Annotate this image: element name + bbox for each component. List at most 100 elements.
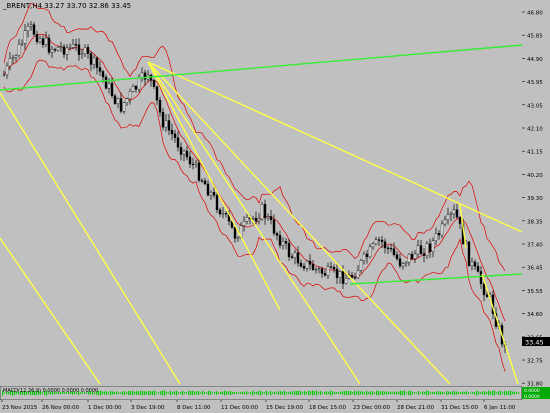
osc-bar	[172, 391, 174, 395]
osc-bar	[360, 391, 362, 395]
osc-bar	[334, 391, 336, 395]
time-tick-label: 8 Dec 11:00	[177, 405, 211, 411]
osc-bar	[502, 392, 504, 394]
osc-bar	[264, 392, 266, 394]
osc-bar	[394, 391, 396, 395]
osc-bar	[372, 391, 374, 395]
candle-body	[278, 235, 282, 246]
candle-body	[47, 37, 51, 53]
trendline-yellow[interactable]	[481, 273, 519, 384]
osc-bar	[452, 391, 454, 395]
osc-bar	[312, 390, 314, 396]
osc-bar	[302, 392, 304, 394]
osc-bar	[498, 391, 500, 395]
osc-bar	[300, 391, 302, 395]
osc-bar	[112, 391, 114, 395]
trendline-yellow[interactable]	[0, 237, 101, 384]
candle-body	[191, 163, 195, 166]
candle-body	[74, 44, 78, 46]
candle-body	[257, 218, 261, 222]
trendline-yellow[interactable]	[0, 92, 181, 384]
osc-bar	[384, 391, 386, 395]
candle-body	[308, 260, 312, 265]
candle-body	[302, 266, 306, 269]
osc-bar	[370, 391, 372, 395]
trendline-green[interactable]	[349, 273, 522, 285]
osc-bar	[204, 392, 206, 394]
time-tick-label: 23 Nov 2015	[2, 405, 38, 411]
osc-bar	[130, 391, 132, 395]
price-tick-label: 46.80	[527, 11, 543, 17]
osc-bar	[168, 392, 170, 394]
candle-body	[284, 241, 288, 244]
candle-body	[473, 261, 477, 267]
osc-bar	[140, 390, 142, 396]
candle-body	[428, 243, 432, 252]
time-tick-label: 23 Dec 00:00	[353, 405, 390, 411]
osc-bar	[282, 391, 284, 395]
candle-body	[188, 156, 192, 165]
candle-body	[125, 98, 129, 103]
osc-bar	[330, 390, 332, 396]
candle-body	[380, 239, 384, 242]
osc-bar	[206, 392, 208, 394]
osc-bar	[110, 390, 112, 396]
osc-bar	[476, 390, 478, 396]
candle-body	[251, 218, 255, 220]
price-tick-label: 41.15	[527, 150, 543, 156]
trendline-yellow[interactable]	[147, 61, 281, 311]
candle-body	[341, 271, 345, 284]
osc-bar	[118, 392, 120, 394]
time-tick-label: 6 Jan 11:00	[484, 405, 516, 411]
osc-bar	[470, 392, 472, 394]
osc-bar	[154, 390, 156, 396]
price-tick-label: 43.95	[527, 80, 543, 86]
candle-body	[32, 24, 36, 35]
time-axis[interactable]: 23 Nov 2015 26 Nov 00:00 1 Dec 00:00 3 Dec …	[0, 400, 550, 413]
osc-bar	[430, 392, 432, 394]
candle-body	[77, 44, 81, 55]
price-axis[interactable]: 46.80 45.85 44.90 43.95 43.05 42.10 41.15 40.20…	[522, 0, 550, 400]
price-chart[interactable]	[0, 0, 522, 384]
osc-bar	[356, 391, 358, 395]
candle-body	[68, 47, 72, 49]
osc-bar	[298, 390, 300, 396]
osc-bar	[290, 391, 292, 395]
candle-body	[167, 120, 171, 131]
osc-bar	[250, 392, 252, 394]
osc-bar	[156, 392, 158, 394]
candle-body	[14, 55, 18, 58]
candle-body	[131, 85, 135, 92]
osc-bar	[490, 391, 492, 395]
osc-bar	[160, 391, 162, 395]
candle-body	[59, 46, 63, 48]
price-tick-label: 43.05	[527, 103, 543, 109]
candle-body	[413, 253, 417, 259]
osc-bar	[496, 392, 498, 394]
osc-bar	[258, 391, 260, 395]
osc-bar	[462, 391, 464, 395]
candle-body	[311, 263, 315, 270]
trendline-yellow[interactable]	[147, 61, 451, 384]
osc-bar	[444, 392, 446, 394]
candle-body	[335, 268, 339, 278]
candle-body	[23, 30, 27, 44]
osc-bar	[514, 391, 516, 395]
candle-body	[398, 258, 402, 267]
osc-bar	[288, 392, 290, 394]
osc-bar	[146, 391, 148, 395]
osc-bar	[176, 390, 178, 396]
candle-body	[353, 277, 357, 279]
candle-body	[290, 256, 294, 258]
osc-bar	[214, 392, 216, 394]
osc-bar	[518, 392, 520, 394]
candle-body	[392, 248, 396, 256]
osc-bar	[392, 392, 394, 394]
osc-bar	[244, 391, 246, 395]
chart-window[interactable]: _BRENT,H4 33.27 33.70 32.86 33.45 MACD(1…	[0, 0, 550, 413]
candle-body	[182, 150, 186, 155]
candle-body	[359, 260, 363, 271]
osc-bar	[406, 392, 408, 394]
osc-bar	[284, 390, 286, 396]
osc-bar	[414, 392, 416, 394]
